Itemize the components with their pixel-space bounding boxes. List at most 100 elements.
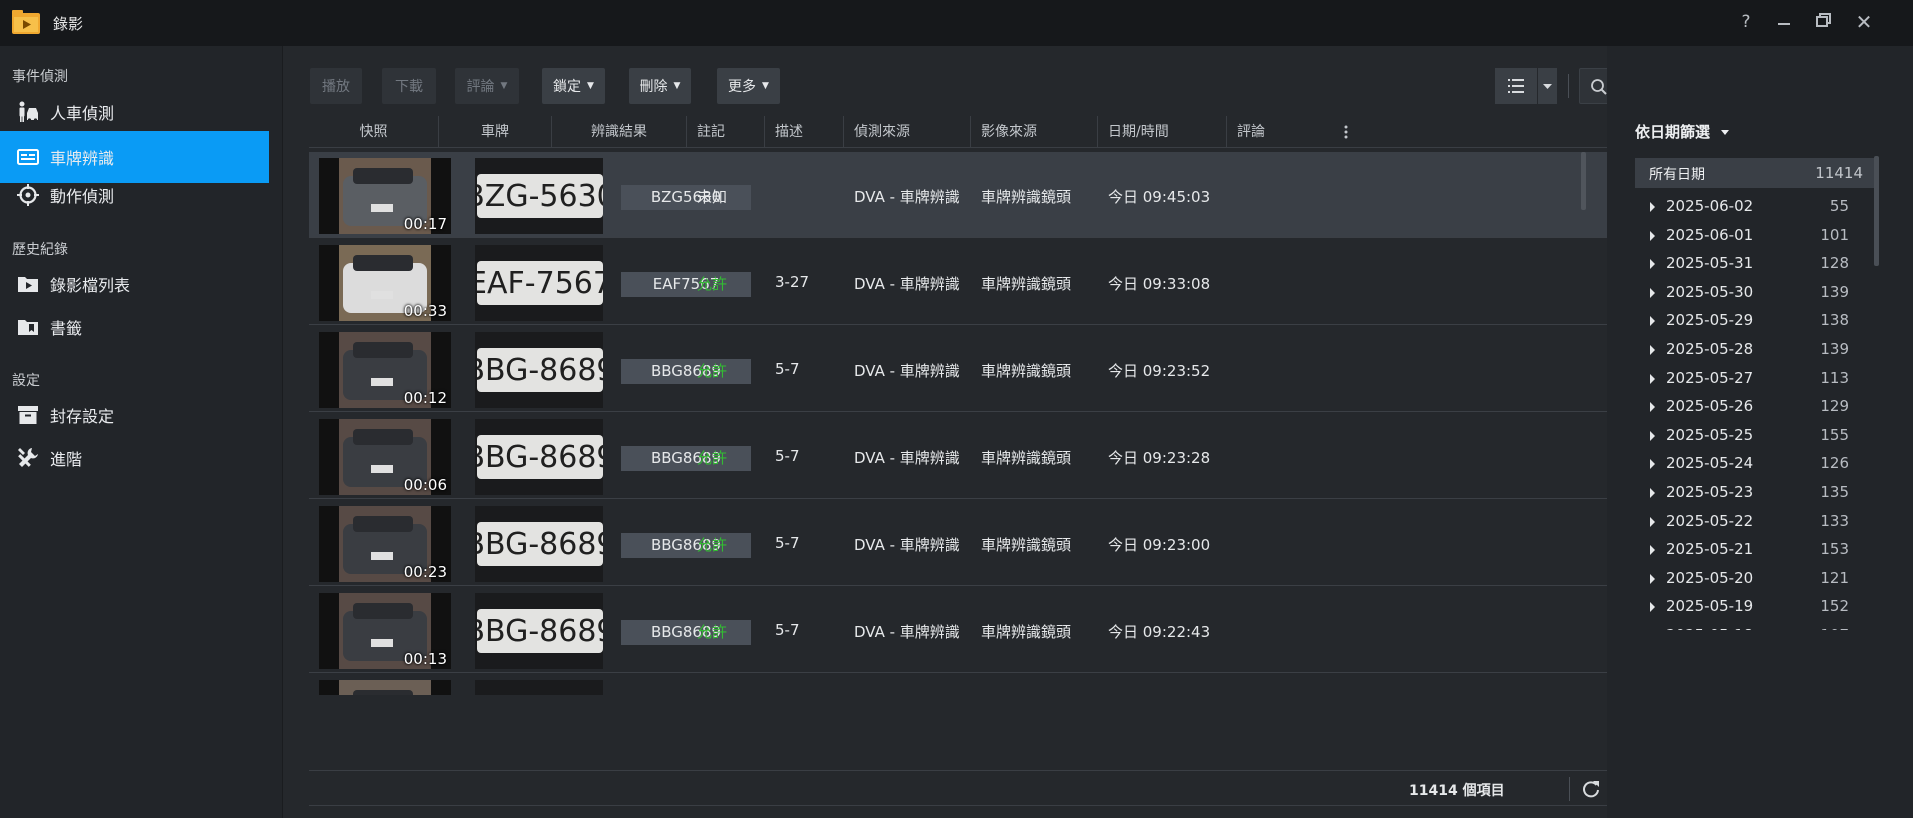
date-item[interactable]: 2025-05-18 107 <box>1635 622 1877 630</box>
plate-image[interactable]: BZG-5630 <box>475 158 603 234</box>
date-item[interactable]: 2025-05-24 126 <box>1635 450 1877 478</box>
snapshot-thumbnail[interactable]: 00:06 <box>319 419 451 495</box>
date-item[interactable]: 2025-05-26 129 <box>1635 393 1877 421</box>
date-item[interactable]: 2025-05-20 121 <box>1635 565 1877 593</box>
list-view-button[interactable] <box>1495 68 1537 104</box>
plate-image[interactable]: BBG-8689 <box>475 593 603 669</box>
recognition-result: BBG8689 <box>621 533 751 558</box>
column-result[interactable]: 辨識結果 <box>552 116 687 148</box>
delete-button[interactable]: 刪除 ▼ <box>629 68 691 104</box>
snapshot-thumbnail[interactable]: 00:23 <box>319 506 451 582</box>
crosshair-icon <box>17 184 39 206</box>
date-count: 139 <box>1820 340 1849 358</box>
plate-image[interactable]: BBG-8689 <box>475 419 603 495</box>
date-item[interactable]: 2025-05-21 153 <box>1635 536 1877 564</box>
car-snapshot-image <box>319 680 451 695</box>
expand-arrow-icon[interactable] <box>1650 488 1655 498</box>
date-count: 153 <box>1820 540 1849 559</box>
date-item[interactable]: 2025-05-25 155 <box>1635 422 1877 450</box>
video-source-cell: 車牌辨識鏡頭 <box>981 449 1072 467</box>
column-comment[interactable]: 評論 <box>1227 116 1377 148</box>
expand-arrow-icon[interactable] <box>1650 402 1655 413</box>
table-row[interactable]: 00:12 BBG-8689 BBG8689允許 5-7 DVA - 車牌辨識 車牌辨識鏡… <box>309 326 1609 412</box>
minimize-button[interactable] <box>1772 11 1796 33</box>
date-item[interactable]: 2025-06-01 101 <box>1635 222 1877 250</box>
date-label: 2025-05-20 <box>1666 568 1754 587</box>
column-options-icon[interactable] <box>1338 124 1354 140</box>
video-source-cell: 車牌辨識鏡頭 <box>981 623 1072 641</box>
expand-arrow-icon[interactable] <box>1650 230 1655 241</box>
detect-source-cell: DVA - 車牌辨識 <box>854 362 960 380</box>
sidebar-item-bookmarks[interactable]: 書籤 <box>0 301 269 353</box>
view-dropdown-button[interactable] <box>1538 68 1557 104</box>
more-button[interactable]: 更多 ▼ <box>717 68 780 104</box>
table-row[interactable]: 00:06 BBG-8689 BBG8689允許 5-7 DVA - 車牌辨識 車牌辨識鏡… <box>309 413 1609 499</box>
expand-arrow-icon[interactable] <box>1650 430 1655 441</box>
help-button[interactable]: ? <box>1734 11 1758 33</box>
date-label: 2025-05-27 <box>1666 368 1754 387</box>
date-item[interactable]: 2025-05-19 152 <box>1635 593 1877 621</box>
download-button[interactable]: 下載 <box>382 68 436 104</box>
plate-image[interactable]: BBG-8689 <box>475 332 603 408</box>
plate-text: BBG-8689 <box>477 435 603 479</box>
table-row[interactable]: 00:33 EAF-7567 EAF7567 允許 3-27 DVA - 車牌辨識 車牌辨識… <box>309 239 1609 325</box>
expand-arrow-icon[interactable] <box>1650 259 1655 270</box>
column-note[interactable]: 註記 <box>687 116 765 148</box>
lock-button[interactable]: 鎖定 ▼ <box>542 68 605 104</box>
chevron-down-icon: ▼ <box>500 81 508 91</box>
plate-image[interactable]: AYU-9066 <box>475 680 603 695</box>
sidebar-item-label: 封存設定 <box>50 407 115 426</box>
column-description[interactable]: 描述 <box>765 116 844 148</box>
expand-arrow-icon[interactable] <box>1650 316 1655 327</box>
table-row[interactable]: 00:09AYU-9066AYU9066允許1-4DVA - 車牌辨識車牌辨識鏡… <box>309 674 1609 695</box>
expand-arrow-icon[interactable] <box>1650 573 1655 584</box>
play-button[interactable]: 播放 <box>310 68 362 104</box>
column-snapshot[interactable]: 快照 <box>309 116 439 148</box>
snapshot-thumbnail[interactable]: 00:13 <box>319 593 451 669</box>
expand-arrow-icon[interactable] <box>1650 516 1655 527</box>
sidebar-item-advanced[interactable]: 進階 <box>0 432 269 484</box>
table-row[interactable]: 00:23 BBG-8689 BBG8689允許 5-7 DVA - 車牌辨識 車牌辨識鏡… <box>309 500 1609 586</box>
column-video-source[interactable]: 影像來源 <box>971 116 1098 148</box>
sidebar-item-label: 錄影檔列表 <box>50 276 131 295</box>
plate-image[interactable]: EAF-7567 <box>475 245 603 321</box>
table-body: 00:17BZG-5630BZG5630未知DVA - 車牌辨識車牌辨識鏡頭今日… <box>309 150 1609 695</box>
close-button[interactable]: ✕ <box>1852 11 1876 33</box>
expand-arrow-icon[interactable] <box>1650 202 1655 212</box>
date-item[interactable]: 2025-06-02 55 <box>1635 193 1877 221</box>
date-item[interactable]: 2025-05-30 139 <box>1635 279 1877 307</box>
date-label: 2025-05-26 <box>1666 397 1754 416</box>
snapshot-thumbnail[interactable]: 00:33 <box>319 245 451 321</box>
plate-image[interactable]: BBG-8689 <box>475 506 603 582</box>
expand-arrow-icon[interactable] <box>1650 287 1655 298</box>
table-row[interactable]: 00:13 BBG-8689 BBG8689允許 5-7 DVA - 車牌辨識 車牌辨識鏡… <box>309 587 1609 673</box>
table-row[interactable]: 00:17 BZG-5630 BZG5630未知 DVA - 車牌辨識 車牌辨識鏡頭 今日… <box>309 152 1609 238</box>
column-datetime[interactable]: 日期/時間 <box>1098 116 1227 148</box>
table-scrollbar[interactable] <box>1581 152 1586 210</box>
sidebar-item-motion[interactable]: 動作偵測 <box>0 169 269 221</box>
date-item[interactable]: 2025-05-29 138 <box>1635 307 1877 335</box>
expand-arrow-icon[interactable] <box>1650 345 1655 355</box>
date-item[interactable]: 2025-05-27 113 <box>1635 365 1877 393</box>
date-item[interactable]: 2025-05-23 135 <box>1635 479 1877 507</box>
snapshot-thumbnail[interactable]: 00:17 <box>319 158 451 234</box>
column-detect-source[interactable]: 偵測來源 <box>844 116 971 148</box>
expand-arrow-icon[interactable] <box>1650 602 1655 613</box>
snapshot-thumbnail[interactable]: 00:09 <box>319 680 451 695</box>
date-item[interactable]: 2025-05-22 133 <box>1635 508 1877 536</box>
date-item[interactable]: 2025-05-31 128 <box>1635 250 1877 278</box>
comment-button[interactable]: 評論 ▼ <box>455 68 519 104</box>
column-plate[interactable]: 車牌 <box>439 116 552 148</box>
date-filter-panel: 依日期篩選 所有日期 11414 2025-06-02 55 2025-06-01 1… <box>1607 46 1913 818</box>
date-item[interactable]: 2025-05-28 139 <box>1635 336 1877 364</box>
date-count: 126 <box>1820 454 1849 473</box>
restore-icon <box>1816 13 1831 27</box>
detect-source-cell: DVA - 車牌辨識 <box>854 188 960 206</box>
refresh-icon[interactable] <box>1581 779 1601 799</box>
expand-arrow-icon[interactable] <box>1650 545 1655 556</box>
snapshot-thumbnail[interactable]: 00:12 <box>319 332 451 408</box>
date-label: 2025-05-25 <box>1666 425 1754 444</box>
expand-arrow-icon[interactable] <box>1650 459 1655 470</box>
restore-button[interactable] <box>1812 11 1836 33</box>
expand-arrow-icon[interactable] <box>1650 373 1655 384</box>
